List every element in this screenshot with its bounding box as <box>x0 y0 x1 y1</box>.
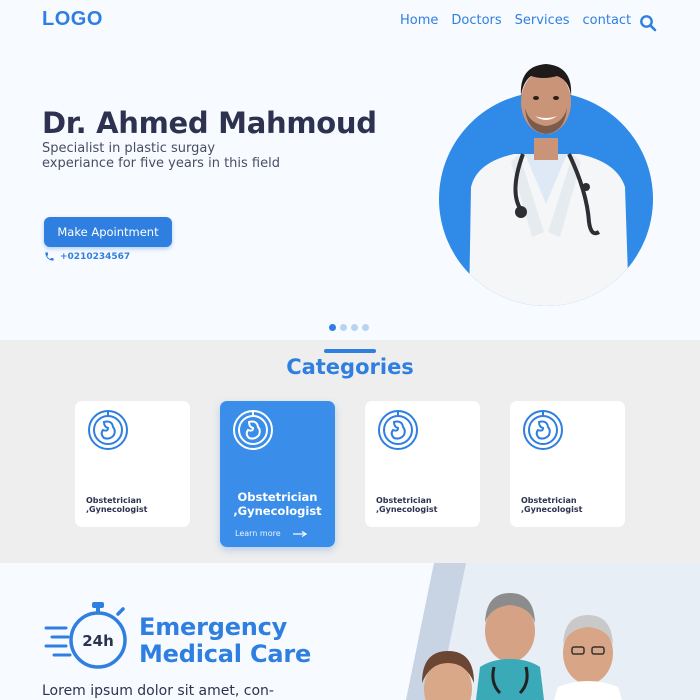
carousel-dot-1[interactable] <box>329 324 336 331</box>
nav-services[interactable]: Services <box>515 13 570 28</box>
make-appointment-button[interactable]: Make Apointment <box>44 217 172 247</box>
category-label-line2: ,Gynecologist <box>376 505 438 514</box>
phone-contact[interactable]: +0210234567 <box>44 251 130 262</box>
category-label: Obstetrician ,Gynecologist <box>376 496 437 514</box>
search-icon[interactable] <box>639 14 657 32</box>
categories-title: Categories <box>286 355 414 379</box>
badge-24h: 24h <box>82 632 114 650</box>
learn-more-label: Learn more <box>235 529 281 538</box>
category-label-line2: ,Gynecologist <box>233 504 322 518</box>
stopwatch-24h-icon: 24h <box>44 600 132 672</box>
doctor-head <box>513 58 579 138</box>
hero-subtitle-line2: experiance for five years in this field <box>42 156 280 171</box>
phone-icon <box>45 252 54 261</box>
nav-contact[interactable]: contact <box>583 13 632 28</box>
fetus-icon <box>378 410 418 450</box>
category-label-line1: Obstetrician <box>86 496 142 505</box>
carousel-dot-4[interactable] <box>362 324 369 331</box>
category-label: Obstetrician ,Gynecologist <box>220 490 335 518</box>
category-label-line1: Obstetrician <box>521 496 577 505</box>
arrow-right-icon <box>292 530 307 537</box>
section-divider <box>324 349 376 353</box>
emergency-title-line1: Emergency <box>139 613 288 641</box>
fetus-icon <box>523 410 563 450</box>
emergency-title-line2: Medical Care <box>139 640 312 668</box>
logo[interactable]: LOGO <box>42 8 103 31</box>
category-label-line1: Obstetrician <box>376 496 432 505</box>
categories-section: Categories Obstetrician ,Gynecologist Obs… <box>0 340 700 563</box>
category-label-line2: ,Gynecologist <box>521 505 583 514</box>
category-label: Obstetrician ,Gynecologist <box>86 496 147 514</box>
category-card-active[interactable]: Obstetrician ,Gynecologist Learn more <box>220 401 335 547</box>
fetus-icon <box>233 410 273 450</box>
learn-more-link[interactable]: Learn more <box>235 529 307 538</box>
category-card[interactable]: Obstetrician ,Gynecologist <box>365 401 480 527</box>
fetus-icon <box>88 410 128 450</box>
category-label-line1: Obstetrician <box>237 490 318 504</box>
category-card[interactable]: Obstetrician ,Gynecologist <box>75 401 190 527</box>
phone-number: +0210234567 <box>60 251 131 262</box>
category-label-line2: ,Gynecologist <box>86 505 148 514</box>
category-label: Obstetrician ,Gynecologist <box>521 496 582 514</box>
nav-doctors[interactable]: Doctors <box>451 13 501 28</box>
carousel-dot-2[interactable] <box>340 324 347 331</box>
emergency-title: Emergency Medical Care <box>139 614 311 668</box>
carousel-dot-3[interactable] <box>351 324 358 331</box>
medical-team-photo <box>406 563 700 700</box>
hero-subtitle: Specialist in plastic surgay experiance … <box>42 141 342 171</box>
nav-home[interactable]: Home <box>400 13 438 28</box>
hero-title: Dr. Ahmed Mahmoud <box>42 106 377 140</box>
hero-carousel-dots <box>329 324 369 331</box>
emergency-text: Lorem ipsum dolor sit amet, con- <box>42 683 274 699</box>
hero-subtitle-line1: Specialist in plastic surgay <box>42 141 216 156</box>
main-nav: Home Doctors Services contact <box>400 13 631 28</box>
category-card[interactable]: Obstetrician ,Gynecologist <box>510 401 625 527</box>
